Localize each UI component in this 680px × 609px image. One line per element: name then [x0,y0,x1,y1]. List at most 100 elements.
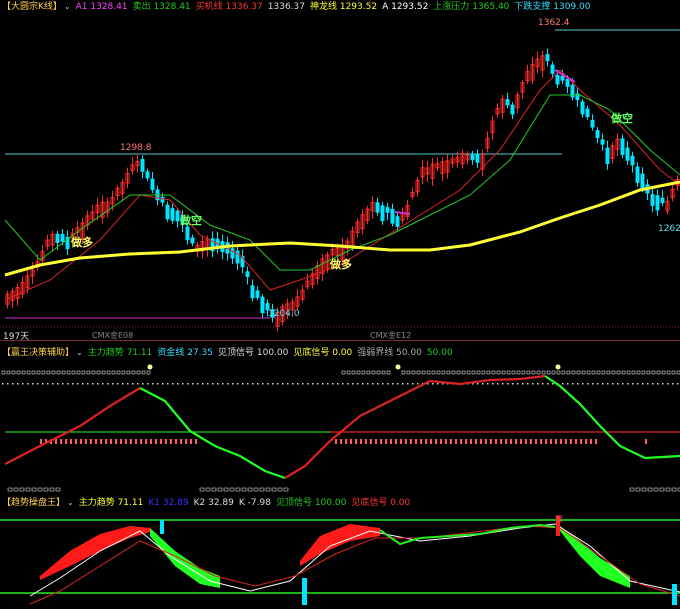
signal-dot [72,383,74,385]
signal-dot [502,383,504,385]
candle-body [550,64,555,74]
trend-operator-chart[interactable] [0,496,680,609]
decision-aid-title[interactable]: 【赢王决策辅助】 [2,348,74,358]
trend-operator-indicator-1: K1 32.89 [148,498,189,508]
red-tick [535,439,537,444]
signal-dot [227,383,229,385]
signal-dot [572,383,574,385]
kline-title[interactable]: 【大圆宗K线】 [2,2,62,12]
kline-indicator-6: 上涨压力 1365.40 [433,2,510,12]
signal-dot [667,383,669,385]
red-tick [115,439,117,444]
candle-body [150,178,155,191]
kline-indicator-4: 神龙线 1293.52 [309,2,378,12]
signal-dot [622,383,624,385]
signal-dot [122,383,124,385]
signal-dot [117,383,119,385]
signal-box [461,370,466,375]
decision-aid-pane[interactable]: 【赢王决策辅助】 ⌄ 主力趋势 71.11 资金线 27.35 见顶信号 100.00 见… [0,346,680,496]
signal-box [586,370,591,375]
kline-header: 【大圆宗K线】 ⌄ A1 1328.41 卖出 1328.41 买机线 1336.37 1… [2,1,601,13]
bottom-box [271,487,277,492]
red-tick [360,439,362,444]
red-tick [420,439,422,444]
candle-body [565,78,570,87]
red-tick [180,439,182,444]
trend-operator-header: 【趋势操盘王】 ⌄ 主力趋势 71.11 K1 32.89 K2 32.89 K -7.9… [2,497,420,509]
decision-aid-indicator-4: 强弱界线 50.00 [357,348,422,358]
red-tick [95,439,97,444]
price-label-mid-high: 1298.8 [120,143,152,153]
signal-box [441,370,446,375]
red-tick [400,439,402,444]
signal-dot [262,383,264,385]
red-tick [85,439,87,444]
signal-box [571,370,576,375]
signal-dot [157,383,159,385]
signal-dot [287,383,289,385]
signal-dot [52,383,54,385]
signal-dot [542,383,544,385]
signal-dot [437,383,439,385]
trend-operator-title[interactable]: 【趋势操盘王】 [2,498,65,508]
red-tick [135,439,137,444]
signal-box [1,370,6,375]
signal-dot [197,383,199,385]
signal-box [436,370,441,375]
signal-box [611,370,616,375]
candle-body [590,119,595,128]
signal-dot [492,383,494,385]
red-tick [155,439,157,444]
decision-aid-indicator-1: 资金线 27.35 [157,348,213,358]
signal-dot [347,383,349,385]
signal-box [406,370,411,375]
candle-body [585,108,590,118]
signal-box [621,370,626,375]
signal-dot [477,383,479,385]
signal-box [31,370,36,375]
bottom-box [25,487,31,492]
trend-operator-pane[interactable]: 【趋势操盘王】 ⌄ 主力趋势 71.11 K1 32.89 K2 32.89 K -7.9… [0,496,680,609]
signal-dot [217,383,219,385]
pane-separator-1[interactable] [0,340,680,341]
signal-dot [47,383,49,385]
red-tick [55,439,57,444]
chevron-down-icon[interactable]: ⌄ [64,1,71,12]
main-trend-down [139,387,286,480]
signal-box [656,370,661,375]
signal-box [376,370,381,375]
red-tick [430,439,432,444]
candle-body [245,271,250,278]
decision-aid-chart[interactable] [0,346,680,496]
chevron-down-icon[interactable]: ⌄ [76,347,83,358]
kline-indicator-5: A 1293.52 [382,2,429,12]
signal-do-short-1: 做空 [180,214,202,227]
red-tick [190,439,192,444]
bottom-box [641,487,647,492]
red-tick [425,439,427,444]
chevron-down-icon[interactable]: ⌄ [67,497,74,508]
signal-box [521,370,526,375]
kline-chart[interactable] [0,0,680,340]
signal-box [126,370,131,375]
red-tick [560,439,562,444]
red-tick [355,439,357,444]
decision-aid-indicator-0: 主力趋势 71.11 [87,348,153,358]
red-tick [345,439,347,444]
signal-box [506,370,511,375]
signal-dot [372,383,374,385]
signal-box [96,370,101,375]
bottom-box [653,487,659,492]
signal-box [91,370,96,375]
signal-dot [317,383,319,385]
red-tick [105,439,107,444]
signal-dot [332,383,334,385]
bottom-box [665,487,671,492]
kline-pane[interactable]: 【大圆宗K线】 ⌄ A1 1328.41 卖出 1328.41 买机线 1336.37 1… [0,0,680,342]
red-tick [410,439,412,444]
signal-dot [497,383,499,385]
red-tick [385,439,387,444]
signal-dot [612,383,614,385]
red-tick [185,439,187,444]
bottom-box [253,487,259,492]
